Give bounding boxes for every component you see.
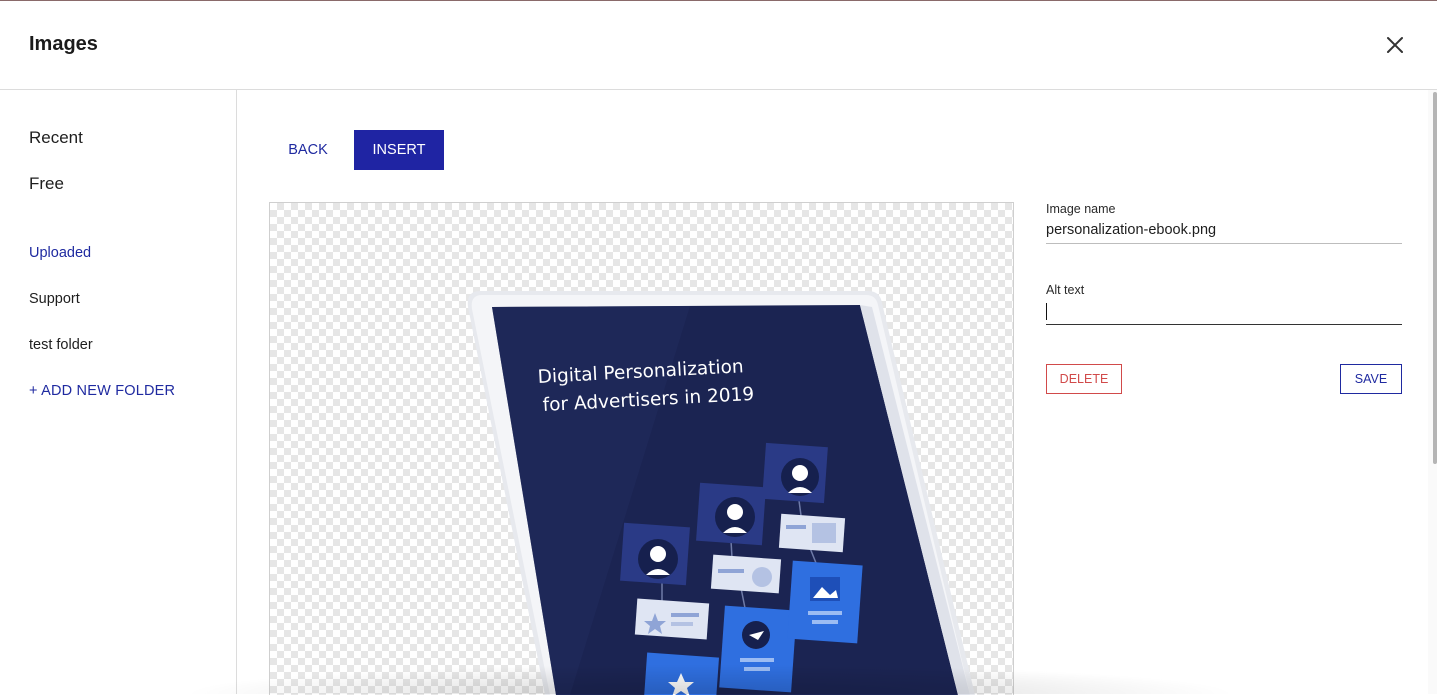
blue-card-3 <box>787 560 863 644</box>
save-button[interactable]: SAVE <box>1340 364 1402 394</box>
dialog-title: Images <box>29 33 98 55</box>
back-button[interactable]: BACK <box>274 130 342 170</box>
image-name-label: Image name <box>1046 202 1116 216</box>
sidebar-item-free[interactable]: Free <box>29 174 64 194</box>
image-name-underline <box>1046 243 1402 244</box>
insert-button[interactable]: INSERT <box>354 130 444 170</box>
info-card-3 <box>778 513 846 553</box>
avatar-tile-middle <box>696 482 766 546</box>
dialog-header: Images <box>0 1 1437 90</box>
scrollbar-thumb[interactable] <box>1433 92 1437 464</box>
alt-text-input[interactable] <box>1046 302 1402 322</box>
avatar-tile-left <box>620 522 690 586</box>
blue-card-1 <box>642 652 720 695</box>
sidebar-item-support[interactable]: Support <box>29 291 80 307</box>
info-card-1 <box>634 598 710 640</box>
info-card-2 <box>710 554 782 594</box>
sidebar-item-uploaded[interactable]: Uploaded <box>29 245 91 261</box>
blue-card-2 <box>719 605 797 693</box>
sidebar-item-test-folder[interactable]: test folder <box>29 337 93 353</box>
image-preview: Digital Personalization for Advertisers … <box>269 202 1014 695</box>
close-button[interactable] <box>1383 33 1407 57</box>
sidebar-item-recent[interactable]: Recent <box>29 128 83 148</box>
ebook-preview-image: Digital Personalization for Advertisers … <box>467 291 975 695</box>
alt-text-underline <box>1046 324 1402 325</box>
delete-button[interactable]: DELETE <box>1046 364 1122 394</box>
close-icon <box>1387 37 1403 53</box>
text-cursor <box>1046 303 1047 320</box>
alt-text-label: Alt text <box>1046 283 1085 297</box>
image-name-input[interactable]: personalization-ebook.png <box>1046 222 1402 238</box>
add-new-folder-link[interactable]: + ADD NEW FOLDER <box>29 383 175 399</box>
avatar-tile-right <box>762 442 828 504</box>
